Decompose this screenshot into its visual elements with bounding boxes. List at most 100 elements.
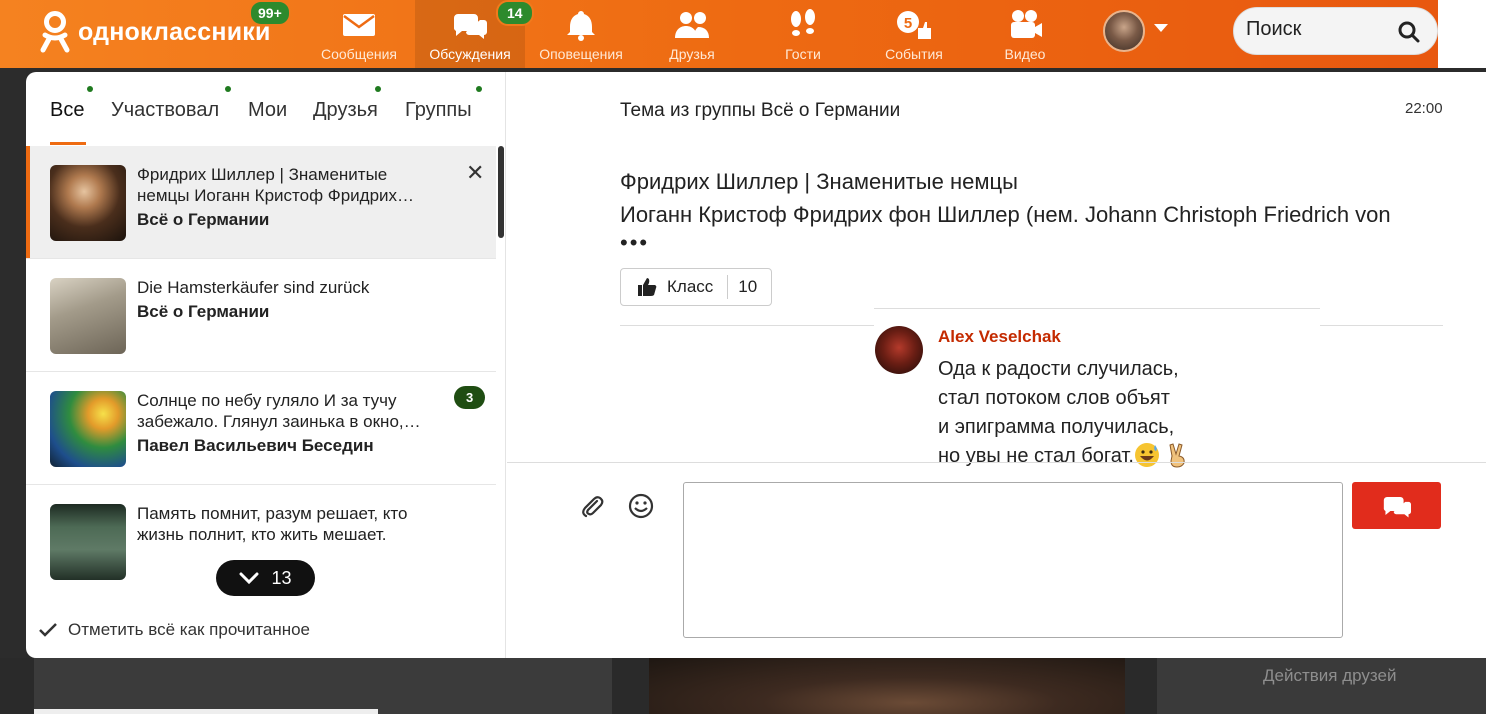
tab-new-dot	[476, 86, 482, 92]
svg-text:5: 5	[904, 15, 912, 32]
tab-new-dot	[375, 86, 381, 92]
page-background-left	[0, 68, 26, 714]
thumbs-up-icon	[638, 278, 657, 296]
like-count: 10	[738, 277, 758, 296]
video-camera-icon	[1011, 10, 1042, 38]
search-icon[interactable]	[1397, 20, 1421, 44]
comment-text: Ода к радости случилась, стал потоком сло…	[938, 355, 1191, 471]
feed-column	[34, 658, 612, 714]
item-thumbnail	[50, 391, 126, 467]
events-icon: 5	[897, 11, 931, 39]
expand-post-button[interactable]: •••	[620, 230, 649, 256]
friends-actions-heading[interactable]: Действия друзей	[1263, 666, 1396, 686]
nav-friends[interactable]: Друзья	[637, 0, 747, 68]
nav-label: События	[885, 46, 943, 62]
discussion-list: Фридрих Шиллер | Знаменитые немцы Иоганн…	[26, 146, 496, 594]
feed-photo[interactable]	[649, 658, 1125, 714]
like-separator	[727, 275, 729, 299]
tab-groups[interactable]: Группы	[405, 99, 472, 122]
send-button[interactable]	[1352, 482, 1441, 529]
divider	[507, 462, 1486, 463]
scroll-thumb[interactable]	[498, 146, 504, 238]
comment-card: Alex Veselchak Ода к радости случилась, с…	[874, 308, 1320, 468]
smiley-icon[interactable]	[628, 493, 654, 519]
victory-hand-emoji-icon	[1169, 443, 1186, 468]
message-input[interactable]	[683, 482, 1343, 638]
comment-line: и эпиграмма получилась,	[938, 416, 1175, 438]
discussion-tabs: Все Участвовал Мои Друзья Группы	[26, 72, 506, 146]
friends-icon	[675, 12, 709, 38]
item-group: Всё о Германии	[137, 210, 270, 229]
topic-time: 22:00	[1405, 100, 1443, 117]
nav-events[interactable]: 5 События	[859, 0, 969, 68]
footprints-icon	[791, 9, 815, 36]
logo-notification-badge: 99+	[249, 0, 291, 26]
list-item[interactable]: Солнце по небу гуляло И за тучу забежало…	[26, 372, 496, 485]
comment-author[interactable]: Alex Veselchak	[938, 327, 1061, 347]
thread-pane: Тема из группы Всё о Германии 22:00 Фрид…	[507, 72, 1486, 658]
tab-friends[interactable]: Друзья	[313, 99, 378, 122]
tab-all[interactable]: Все	[50, 99, 84, 122]
grinning-sweat-emoji-icon	[1134, 443, 1159, 467]
list-item[interactable]: Фридрих Шиллер | Знаменитые немцы Иоганн…	[26, 146, 496, 259]
tab-mine[interactable]: Мои	[248, 99, 287, 122]
item-thumbnail	[50, 504, 126, 580]
post-title[interactable]: Фридрих Шиллер | Знаменитые немцы	[620, 169, 1018, 195]
discussions-icon	[1383, 496, 1411, 518]
nav-guests[interactable]: Гости	[748, 0, 858, 68]
paperclip-icon[interactable]	[580, 494, 606, 520]
discussions-icon	[453, 14, 487, 39]
item-thumbnail	[50, 165, 126, 241]
active-tab-indicator	[50, 142, 86, 145]
nav-label: Друзья	[669, 46, 715, 62]
comment-line: стал потоком слов объят	[938, 387, 1170, 409]
checkmark-icon	[39, 623, 57, 637]
nav-label: Оповещения	[539, 46, 623, 62]
list-scrollbar[interactable]	[496, 146, 506, 594]
show-more-button[interactable]: 13	[216, 560, 315, 596]
nav-label: Обсуждения	[429, 46, 511, 62]
search-box	[1233, 7, 1438, 55]
item-title: Фридрих Шиллер | Знаменитые немцы Иоганн…	[137, 165, 415, 205]
like-button[interactable]: Класс 10	[620, 268, 772, 306]
mark-all-read-button[interactable]: Отметить всё как прочитанное	[38, 620, 310, 640]
chevron-down-icon	[239, 572, 259, 585]
nav-notifications[interactable]: Оповещения	[526, 0, 636, 68]
post-body: Иоганн Кристоф Фридрих фон Шиллер (нем. …	[620, 202, 1391, 227]
mark-all-read-label: Отметить всё как прочитанное	[68, 620, 311, 639]
topic-heading[interactable]: Тема из группы Всё о Германии	[620, 100, 900, 122]
item-thumbnail	[50, 278, 126, 354]
ok-logo[interactable]: одноклассники	[38, 10, 271, 54]
nav-label: Сообщения	[321, 46, 397, 62]
nav-label: Видео	[1004, 46, 1046, 62]
item-title: Солнце по небу гуляло И за тучу забежало…	[137, 391, 421, 431]
discussions-panel: Все Участвовал Мои Друзья Группы Фридрих…	[26, 72, 1486, 658]
tab-participated[interactable]: Участвовал	[111, 99, 219, 122]
nav-messages[interactable]: Сообщения	[304, 0, 414, 68]
comment-line: но увы не стал богат.	[938, 445, 1134, 467]
close-icon[interactable]: ✕	[466, 160, 484, 186]
logo-text: одноклассники	[78, 17, 271, 46]
topbar-edge	[1438, 0, 1486, 68]
feed-card-edge	[34, 709, 378, 714]
commenter-avatar[interactable]	[875, 326, 923, 374]
unread-count-badge: 3	[454, 386, 486, 409]
bell-icon	[567, 11, 595, 41]
item-title: Память помнит, разум решает, кто жизнь п…	[137, 504, 408, 544]
chevron-down-icon[interactable]	[1154, 24, 1168, 32]
tab-new-dot	[225, 86, 231, 92]
discussions-list-pane: Все Участвовал Мои Друзья Группы Фридрих…	[26, 72, 506, 658]
user-avatar[interactable]	[1103, 10, 1145, 52]
item-author: Павел Васильевич Беседин	[137, 436, 374, 455]
top-navigation-bar: одноклассники 99+ Сообщения Обсуждения 1…	[0, 0, 1438, 68]
nav-label: Гости	[785, 46, 821, 62]
search-input[interactable]	[1246, 18, 1396, 41]
ok-logo-icon	[40, 11, 70, 53]
tab-new-dot	[87, 86, 93, 92]
item-group: Всё о Германии	[137, 302, 270, 321]
nav-video[interactable]: Видео	[970, 0, 1080, 68]
comment-line: Ода к радости случилась,	[938, 358, 1179, 380]
envelope-icon	[343, 14, 375, 36]
more-count: 13	[271, 567, 292, 588]
list-item[interactable]: Die Hamsterkäufer sind zurück Всё о Герм…	[26, 259, 496, 372]
